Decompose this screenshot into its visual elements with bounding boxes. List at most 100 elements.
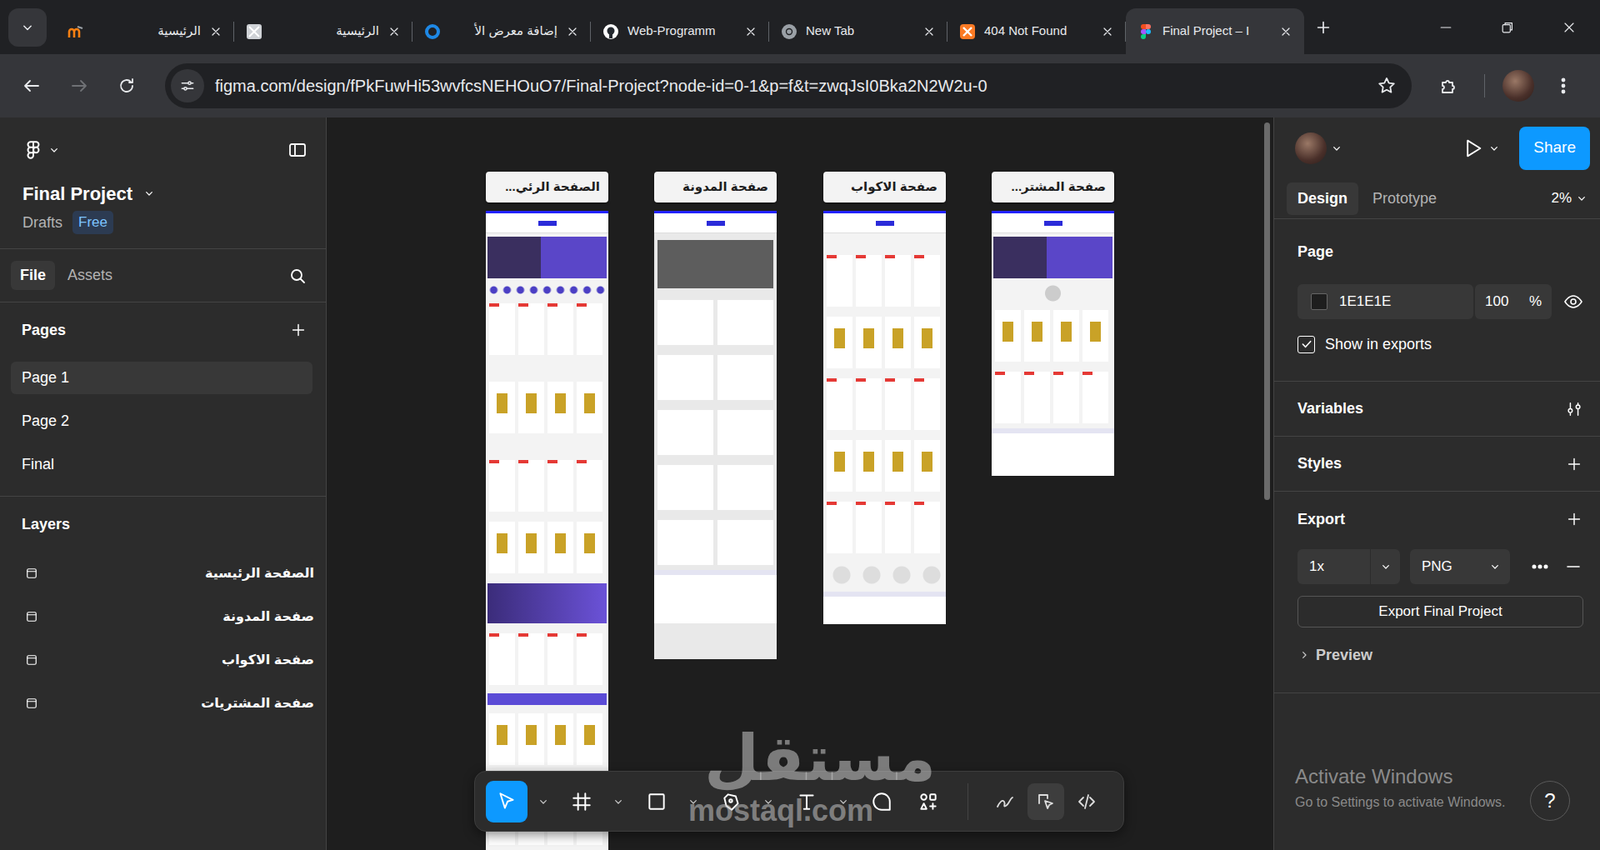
tool-menu-button[interactable] — [530, 780, 556, 823]
color-field[interactable]: 1E1E1E — [1297, 284, 1474, 320]
move-tool[interactable] — [485, 780, 528, 823]
close-icon[interactable] — [1100, 25, 1115, 39]
export-button[interactable]: Export Final Project — [1297, 595, 1584, 628]
profile-avatar[interactable] — [1502, 70, 1535, 102]
zoom-menu[interactable]: 2% — [1550, 187, 1589, 210]
close-icon[interactable] — [922, 25, 936, 39]
restore-button[interactable] — [1476, 0, 1539, 55]
layer-item[interactable]: الصفحة الرئيسية — [0, 551, 326, 595]
close-icon[interactable] — [744, 25, 758, 39]
present-button[interactable] — [1460, 136, 1501, 160]
browser-tab[interactable]: Final Project – I — [1125, 8, 1305, 55]
dev-mode-button[interactable] — [1068, 783, 1105, 820]
scale-select[interactable]: 1x — [1297, 549, 1400, 585]
variables-row[interactable]: Variables — [1274, 381, 1600, 437]
extensions-button[interactable] — [1430, 67, 1467, 105]
tool-group — [860, 780, 903, 823]
shape-tool[interactable] — [635, 780, 678, 823]
user-menu[interactable] — [1295, 132, 1344, 165]
search-button[interactable] — [287, 265, 308, 286]
inspector-tab[interactable]: Design — [1286, 182, 1359, 215]
bookmark-button[interactable] — [1376, 75, 1397, 96]
close-icon[interactable] — [209, 25, 223, 39]
comment-tool[interactable] — [860, 780, 903, 823]
close-icon[interactable] — [387, 25, 401, 39]
checkbox[interactable] — [1297, 335, 1315, 354]
opacity-field[interactable]: 100% — [1475, 284, 1552, 320]
styles-row[interactable]: Styles — [1274, 436, 1600, 492]
format-select[interactable]: PNG — [1410, 549, 1510, 585]
omnibox[interactable]: figma.com/design/fPkFuwHi53wvfcsNEHOuO7/… — [165, 63, 1412, 109]
panel-tab[interactable]: File — [10, 260, 55, 290]
plus-icon — [289, 320, 308, 340]
help-button[interactable]: ? — [1530, 780, 1570, 821]
canvas[interactable]: الصفحة الرئي... صفحة المدونة صفحة الاكواب ص… — [326, 117, 1274, 850]
frame-tool[interactable] — [560, 780, 603, 823]
sidebar-toggle[interactable] — [287, 140, 308, 160]
back-button[interactable] — [13, 67, 50, 105]
frame-label[interactable]: صفحة الاكواب — [823, 171, 946, 203]
inspector-tab[interactable]: Prototype — [1361, 182, 1448, 215]
design-mode-button[interactable] — [1027, 783, 1065, 820]
add-page-button[interactable] — [289, 320, 308, 340]
browser-tab[interactable]: New Tab — [769, 8, 948, 55]
show-in-exports-row[interactable]: Show in exports — [1297, 330, 1584, 358]
zoom-value: 2% — [1550, 187, 1572, 210]
window-controls — [1415, 0, 1600, 55]
frame-label[interactable]: الصفحة الرئي... — [485, 171, 609, 203]
remove-icon[interactable] — [1563, 556, 1584, 577]
color-swatch[interactable] — [1310, 293, 1328, 310]
frame-label[interactable]: صفحة المدونة — [654, 171, 777, 203]
tool-menu-button[interactable] — [755, 780, 781, 823]
main-menu-button[interactable] — [22, 139, 61, 161]
reload-button[interactable] — [108, 67, 145, 105]
close-icon[interactable] — [565, 25, 580, 39]
tab-strip: الرئيسية الرئيسية إضافة معرض الأ Web-Progra… — [0, 0, 1600, 55]
panel-tab[interactable]: Assets — [58, 260, 122, 290]
new-tab-button[interactable] — [1305, 9, 1342, 46]
chevron-down-icon — [1330, 141, 1344, 155]
styles-title: Styles — [1297, 452, 1342, 475]
browser-tab[interactable]: إضافة معرض الأ — [412, 8, 591, 55]
tab-search-button[interactable] — [8, 8, 47, 47]
site-info-button[interactable] — [170, 69, 205, 103]
browser-tab[interactable]: الرئيسية — [55, 8, 235, 55]
plus-icon[interactable] — [1565, 510, 1584, 529]
layer-item[interactable]: صفحة المدونة — [0, 595, 326, 639]
frame-label[interactable]: صفحة المشتر... — [991, 171, 1115, 203]
pen-tool[interactable] — [710, 780, 753, 823]
layer-item[interactable]: صفحة المشتريات — [0, 681, 326, 725]
close-window-button[interactable] — [1538, 0, 1600, 55]
actions-tool[interactable] — [907, 780, 950, 823]
inspector-tabs: DesignPrototype 2% — [1274, 178, 1600, 220]
browser-tab[interactable]: Web-Programm — [590, 8, 770, 55]
tool-menu-button[interactable] — [605, 780, 631, 823]
file-name[interactable]: Final Project — [0, 182, 326, 205]
tab-title: الرئيسية — [270, 21, 380, 41]
browser-tab[interactable]: 404 Not Found — [947, 8, 1126, 55]
minimize-button[interactable] — [1415, 0, 1477, 55]
page-item[interactable]: Page 2 — [10, 405, 313, 438]
preview-toggle[interactable]: Preview — [1297, 640, 1584, 670]
tool-menu-button[interactable] — [830, 780, 856, 823]
more-icon[interactable] — [1530, 556, 1550, 577]
chevron-down-icon — [1379, 560, 1393, 574]
browser-menu-button[interactable] — [1545, 67, 1582, 105]
arrow-right-icon — [69, 75, 90, 96]
text-tool[interactable] — [785, 780, 828, 823]
tool-menu-button[interactable] — [680, 780, 706, 823]
layer-item[interactable]: صفحة الاكواب — [0, 638, 326, 682]
xampp-logo-icon — [959, 23, 976, 40]
visibility-toggle[interactable] — [1563, 291, 1584, 312]
draw-mode-button[interactable] — [986, 783, 1024, 820]
browser-tab[interactable]: الرئيسية — [234, 8, 413, 55]
share-button[interactable]: Share — [1519, 126, 1590, 170]
close-icon[interactable] — [1279, 25, 1293, 39]
tool-group — [635, 780, 706, 823]
file-location[interactable]: Drafts — [22, 211, 63, 235]
tab-title: إضافة معرض الأ — [449, 21, 558, 41]
scrollbar[interactable] — [1264, 122, 1270, 500]
page-item[interactable]: Final — [10, 448, 313, 481]
page-item[interactable]: Page 1 — [10, 361, 313, 395]
draw-icon — [995, 791, 1015, 812]
